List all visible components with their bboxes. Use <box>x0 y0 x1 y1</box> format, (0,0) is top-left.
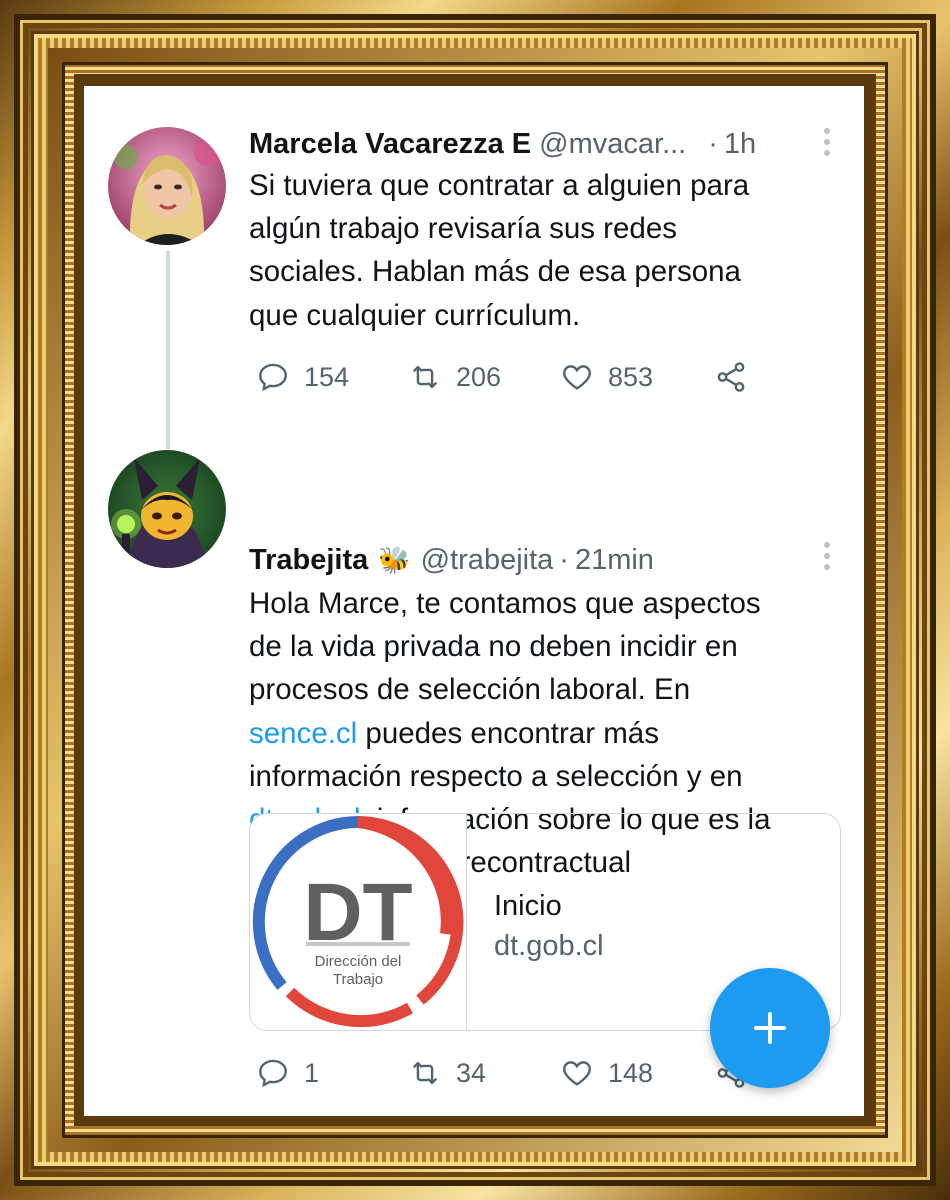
tweet-text-line: Si tuviera que contratar a alguien para <box>249 169 750 202</box>
separator-dot: · <box>708 127 718 160</box>
timestamp[interactable]: 1h <box>724 128 756 161</box>
like-button[interactable]: 853 <box>560 360 653 394</box>
tweet-text-line: información respecto a selección y en <box>249 759 743 793</box>
retweet-button[interactable]: 34 <box>408 1056 486 1090</box>
card-domain: dt.gob.cl <box>494 930 604 962</box>
tweet-text-line: de la vida privada no deben incidir en <box>249 630 738 664</box>
tweet-text-line: Hola Marce, te contamos que aspectos <box>249 587 761 620</box>
tweet-header: Trabejita 🐝 @trabejita · 21min <box>249 540 834 580</box>
reply-count: 1 <box>304 1057 320 1088</box>
tweet-text-line: sence.cl puedes encontrar más <box>249 712 840 755</box>
card-title: Inicio <box>494 890 562 922</box>
retweet-icon <box>412 1061 438 1085</box>
reply-icon <box>259 1059 287 1088</box>
dt-logo-image: DT Dirección del Trabajo <box>250 814 467 1030</box>
more-options-icon[interactable] <box>824 542 832 570</box>
reply-count: 154 <box>304 361 350 392</box>
tweet-text: Si tuviera que contratar a alguien para … <box>249 164 840 337</box>
avatar-marcela[interactable] <box>108 127 226 245</box>
like-count: 148 <box>608 1057 654 1088</box>
timestamp[interactable]: 21min <box>575 544 654 577</box>
tweet-thread: Marcela Vacarezza E @mvacar... · 1h Si t… <box>84 86 864 1116</box>
display-name[interactable]: Marcela Vacarezza E <box>249 128 531 161</box>
retweet-icon <box>412 365 438 389</box>
retweet-count: 34 <box>456 1057 487 1088</box>
heart-icon <box>563 365 591 390</box>
display-name[interactable]: Trabejita <box>249 544 368 577</box>
tweet-marcela[interactable]: Marcela Vacarezza E @mvacar... · 1h Si t… <box>84 86 864 449</box>
username-handle[interactable]: @mvacar... <box>539 128 686 161</box>
thread-connector-line <box>166 251 170 449</box>
retweet-button[interactable]: 206 <box>408 360 501 394</box>
dt-logo-caption: Dirección del <box>315 953 402 970</box>
sence-link[interactable]: sence.cl <box>249 717 357 750</box>
card-text: Inicio dt.gob.cl <box>494 886 604 966</box>
like-button[interactable]: 148 <box>560 1056 653 1090</box>
heart-icon <box>563 1061 591 1086</box>
more-options-icon[interactable] <box>824 128 832 156</box>
share-icon <box>717 362 745 392</box>
reply-icon <box>259 363 287 392</box>
avatar-trabejita[interactable] <box>108 450 226 568</box>
reply-button[interactable]: 154 <box>256 360 349 394</box>
separator-dot: · <box>559 543 569 576</box>
tweet-text-line: que cualquier currículum. <box>249 298 581 332</box>
dt-logo-caption: Trabajo <box>333 971 383 988</box>
reply-button[interactable]: 1 <box>256 1056 319 1090</box>
tweet-text-line: sociales. Hablan más de esa persona <box>249 255 741 289</box>
like-count: 853 <box>608 361 654 392</box>
tweet-text-line: procesos de selección laboral. En <box>249 673 691 707</box>
tweet-actions: 154 206 853 <box>256 360 816 400</box>
tweet-text-fragment: puedes encontrar más <box>357 716 659 750</box>
retweet-count: 206 <box>456 361 502 392</box>
tweet-text-line: algún trabajo revisaría sus redes <box>249 212 677 246</box>
tweet-header: Marcela Vacarezza E @mvacar... · 1h <box>249 124 834 164</box>
share-button[interactable] <box>714 360 762 394</box>
plus-icon <box>754 1012 786 1044</box>
username-handle[interactable]: @trabejita <box>421 544 554 577</box>
compose-tweet-button[interactable] <box>710 968 830 1088</box>
bee-emoji: 🐝 <box>378 544 411 575</box>
